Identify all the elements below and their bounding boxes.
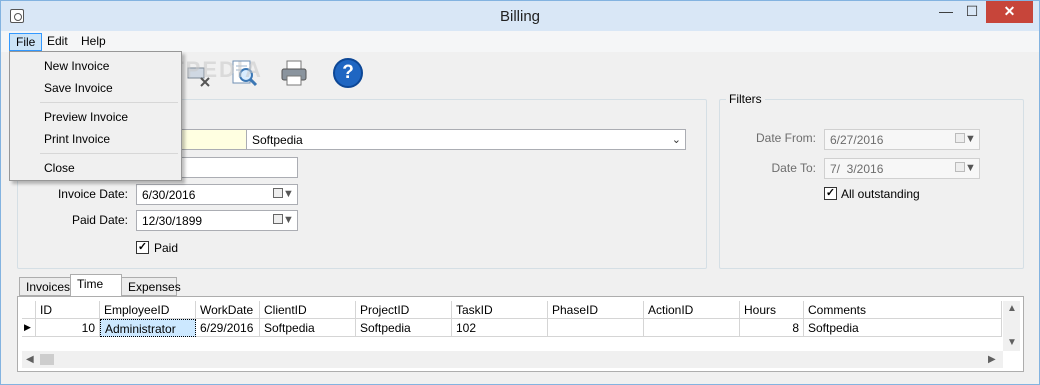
date-from-value: 6/27/2016 (830, 133, 884, 147)
paid-date-picker[interactable]: 12/30/1899 ▼ (136, 210, 298, 231)
paid-date-label: Paid Date: (71, 213, 128, 227)
column-header[interactable]: ID (36, 301, 100, 319)
paid-checkbox[interactable]: ✓ (136, 241, 149, 254)
invoice-date-picker[interactable]: 6/30/2016 ▼ (136, 184, 298, 205)
tab-expenses[interactable]: Expenses (121, 277, 181, 296)
client-name-value: Softpedia (252, 133, 303, 147)
row-header-corner (22, 301, 36, 319)
time-grid-panel: ID EmployeeID WorkDate ClientID ProjectI… (17, 296, 1024, 372)
tab-invoices[interactable]: Invoices (19, 277, 71, 296)
grid-cell[interactable] (548, 319, 644, 337)
grid-cell[interactable]: Softpedia (356, 319, 452, 337)
filters-group: Filters Date From: 6/27/2016 ▼ Date To: … (719, 92, 1024, 269)
grid-cell[interactable]: 10 (36, 319, 100, 337)
tab-time[interactable]: Time (70, 274, 122, 297)
date-to-value: 7/ 3/2016 (830, 162, 884, 176)
chevron-down-icon[interactable]: ⌄ (672, 133, 681, 146)
menu-item-save-invoice[interactable]: Save Invoice (12, 78, 180, 100)
calendar-icon[interactable]: ▼ (273, 188, 294, 202)
date-to-picker[interactable]: 7/ 3/2016 ▼ (824, 158, 980, 179)
grid-cell[interactable]: Administrator (100, 319, 196, 337)
scroll-right-arrow-icon[interactable]: ▶ (988, 354, 996, 365)
file-menu-dropdown: New Invoice Save Invoice Preview Invoice… (9, 51, 182, 181)
title-bar[interactable]: Billing — ☐ ✕ (1, 1, 1039, 31)
help-icon[interactable]: ? (333, 58, 363, 88)
invoice-date-value: 6/30/2016 (142, 188, 196, 202)
menu-separator (40, 153, 178, 154)
column-header[interactable]: ProjectID (356, 301, 452, 319)
column-header[interactable]: Comments (804, 301, 1002, 319)
grid-cell[interactable]: 102 (452, 319, 548, 337)
column-header[interactable]: TaskID (452, 301, 548, 319)
date-to-label: Date To: (771, 161, 816, 175)
menu-item-new-invoice[interactable]: New Invoice (12, 56, 180, 78)
menu-bar: File Edit Help (1, 31, 1039, 52)
column-header[interactable]: WorkDate (196, 301, 260, 319)
all-outstanding-label: All outstanding (841, 187, 920, 201)
menu-item-close[interactable]: Close (12, 158, 180, 180)
window-title: Billing (499, 8, 541, 25)
filters-title: Filters (726, 92, 765, 106)
grid-cell[interactable] (644, 319, 740, 337)
calendar-icon[interactable]: ▼ (273, 214, 294, 228)
print-icon[interactable] (279, 58, 309, 88)
scroll-down-arrow-icon[interactable]: ▼ (1007, 337, 1017, 348)
calendar-icon[interactable]: ▼ (955, 133, 976, 147)
all-outstanding-checkbox[interactable]: ✓ (824, 187, 837, 200)
client-name-combo[interactable]: Softpedia ⌄ (246, 129, 686, 150)
maximize-button[interactable]: ☐ (959, 1, 985, 23)
column-header[interactable]: ClientID (260, 301, 356, 319)
paid-label: Paid (154, 241, 179, 255)
scroll-up-arrow-icon[interactable]: ▲ (1007, 303, 1017, 314)
paid-date-value: 12/30/1899 (142, 214, 203, 228)
menu-help[interactable]: Help (75, 33, 112, 51)
date-from-picker[interactable]: 6/27/2016 ▼ (824, 129, 980, 150)
grid-cell[interactable]: 6/29/2016 (196, 319, 260, 337)
close-button[interactable]: ✕ (986, 1, 1033, 23)
menu-edit[interactable]: Edit (41, 33, 74, 51)
invoice-date-label: Invoice Date: (57, 187, 128, 201)
menu-file[interactable]: File (9, 33, 43, 51)
grid-cell[interactable]: 8 (740, 319, 804, 337)
scroll-thumb[interactable] (40, 354, 54, 365)
minimize-button[interactable]: — (933, 1, 959, 23)
column-header[interactable]: Hours (740, 301, 804, 319)
menu-item-preview-invoice[interactable]: Preview Invoice (12, 107, 180, 129)
calendar-icon[interactable]: ▼ (955, 162, 976, 176)
grid-cell[interactable]: Softpedia (260, 319, 356, 337)
menu-separator (40, 102, 178, 103)
horizontal-scrollbar[interactable]: ◀ ▶ (22, 351, 1003, 368)
column-header[interactable]: EmployeeID (100, 301, 196, 319)
grid-cell[interactable]: Softpedia (804, 319, 1002, 337)
current-row-marker: ▶ (22, 319, 36, 337)
column-header[interactable]: PhaseID (548, 301, 644, 319)
billing-window: Billing — ☐ ✕ File Edit Help ? ia (0, 0, 1040, 385)
scroll-left-arrow-icon[interactable]: ◀ (26, 354, 34, 365)
vertical-scrollbar[interactable]: ▲ ▼ (1003, 301, 1020, 351)
column-header[interactable]: ActionID (644, 301, 740, 319)
date-from-label: Date From: (755, 131, 816, 145)
menu-item-print-invoice[interactable]: Print Invoice (12, 129, 180, 151)
